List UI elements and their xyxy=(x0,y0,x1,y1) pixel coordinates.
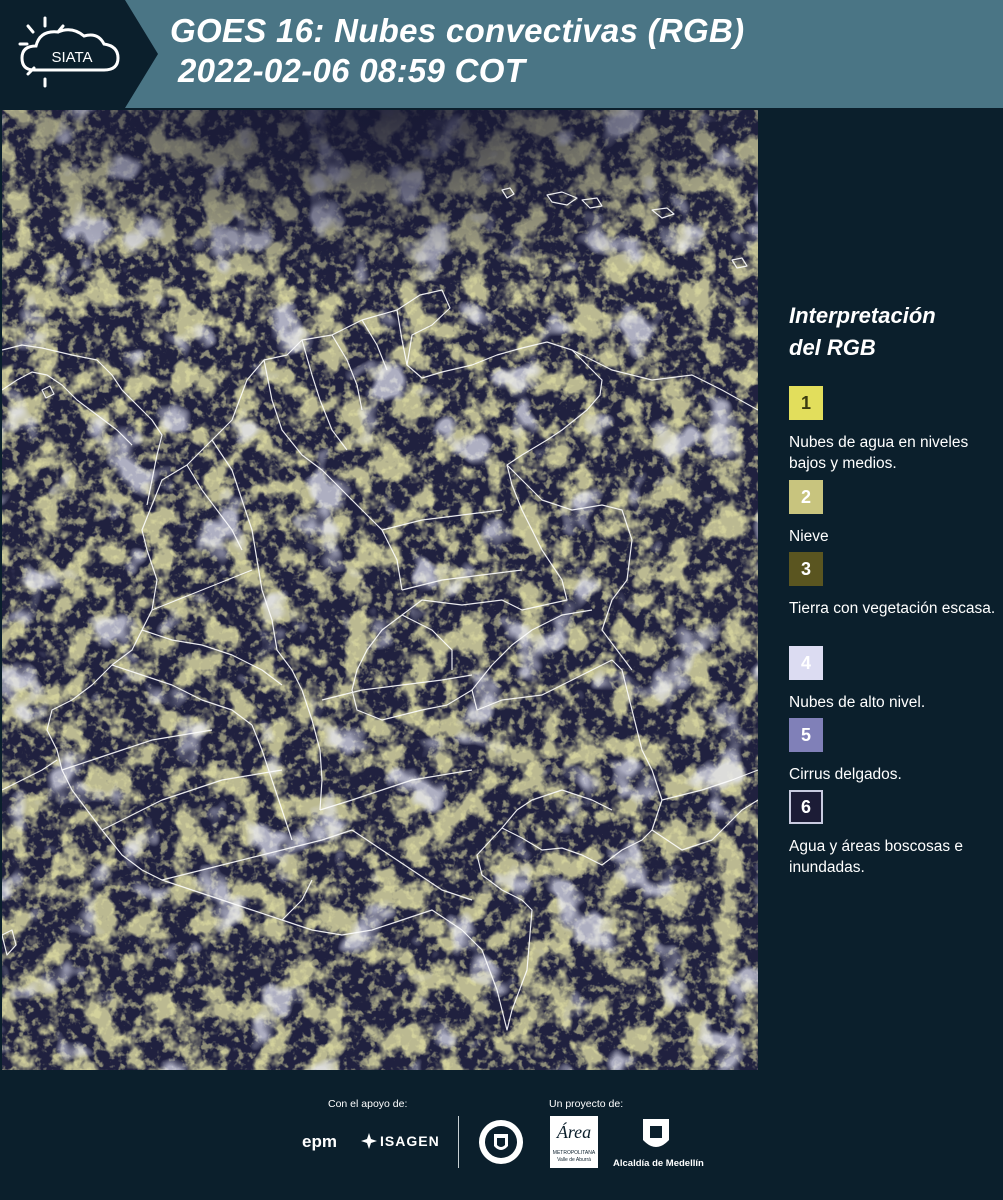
legend-swatch-3: 3 xyxy=(789,552,823,586)
siata-logo: SIATA xyxy=(0,0,158,108)
isagen-text: ISAGEN xyxy=(380,1133,440,1149)
legend-label-6: Agua y áreas boscosas e inundadas. xyxy=(789,838,964,876)
alcaldia-logo xyxy=(640,1116,672,1161)
isagen-logo xyxy=(360,1132,378,1155)
legend-title: Interpretación del RGB xyxy=(789,300,999,364)
legend-panel: Interpretación del RGB 1 Nubes de agua e… xyxy=(760,110,1003,1070)
legend-swatch-4: 4 xyxy=(789,646,823,680)
area-logo-sub1: METROPOLITANA xyxy=(552,1150,596,1156)
satellite-map xyxy=(2,110,758,1070)
legend-swatch-2: 2 xyxy=(789,480,823,514)
page-timestamp: 2022-02-06 08:59 COT xyxy=(178,52,526,89)
alcaldia-shield-icon xyxy=(643,1119,669,1147)
legend-title-line2: del RGB xyxy=(789,335,876,360)
legend-item-4: 4 Nubes de alto nivel. xyxy=(789,646,925,711)
medellin-seal xyxy=(477,1118,525,1171)
legend-item-2: 2 Nieve xyxy=(789,480,829,545)
legend-label-1: Nubes de agua en niveles bajos y medios. xyxy=(789,434,969,472)
legend-swatch-6: 6 xyxy=(789,790,823,824)
alcaldia-text: Alcaldía de Medellín xyxy=(613,1158,704,1169)
legend-item-5: 5 Cirrus delgados. xyxy=(789,718,902,783)
legend-label-3: Tierra con vegetación escasa. xyxy=(789,600,996,617)
area-logo-text: Área xyxy=(556,1122,592,1142)
isagen-icon xyxy=(361,1133,377,1149)
siata-logo-text: SIATA xyxy=(51,49,92,66)
support-label: Con el apoyo de: xyxy=(328,1098,408,1110)
page-title: GOES 16: Nubes convectivas (RGB) xyxy=(170,12,745,49)
legend-item-6: 6 Agua y áreas boscosas e inundadas. xyxy=(789,790,963,876)
legend-swatch-5: 5 xyxy=(789,718,823,752)
medellin-seal-icon xyxy=(479,1120,523,1164)
legend-item-1: 1 Nubes de agua en niveles bajos y medio… xyxy=(789,386,968,472)
footer: Con el apoyo de: Un proyecto de: epm ISA… xyxy=(0,1070,1003,1200)
legend-title-line1: Interpretación xyxy=(789,303,936,328)
legend-label-5: Cirrus delgados. xyxy=(789,766,902,783)
footer-divider xyxy=(458,1116,459,1168)
project-label: Un proyecto de: xyxy=(549,1098,624,1110)
area-metropolitana-logo: Área METROPOLITANA Valle de Aburrá xyxy=(550,1116,598,1168)
legend-label-4: Nubes de alto nivel. xyxy=(789,694,926,711)
legend-label-2: Nieve xyxy=(789,528,829,545)
legend-item-3: 3 Tierra con vegetación escasa. xyxy=(789,552,995,617)
epm-logo: epm xyxy=(302,1132,337,1151)
area-logo-sub2: Valle de Aburrá xyxy=(557,1157,591,1163)
header-bar: SIATA GOES 16: Nubes convectivas (RGB) 2… xyxy=(0,0,1003,108)
legend-swatch-1: 1 xyxy=(789,386,823,420)
